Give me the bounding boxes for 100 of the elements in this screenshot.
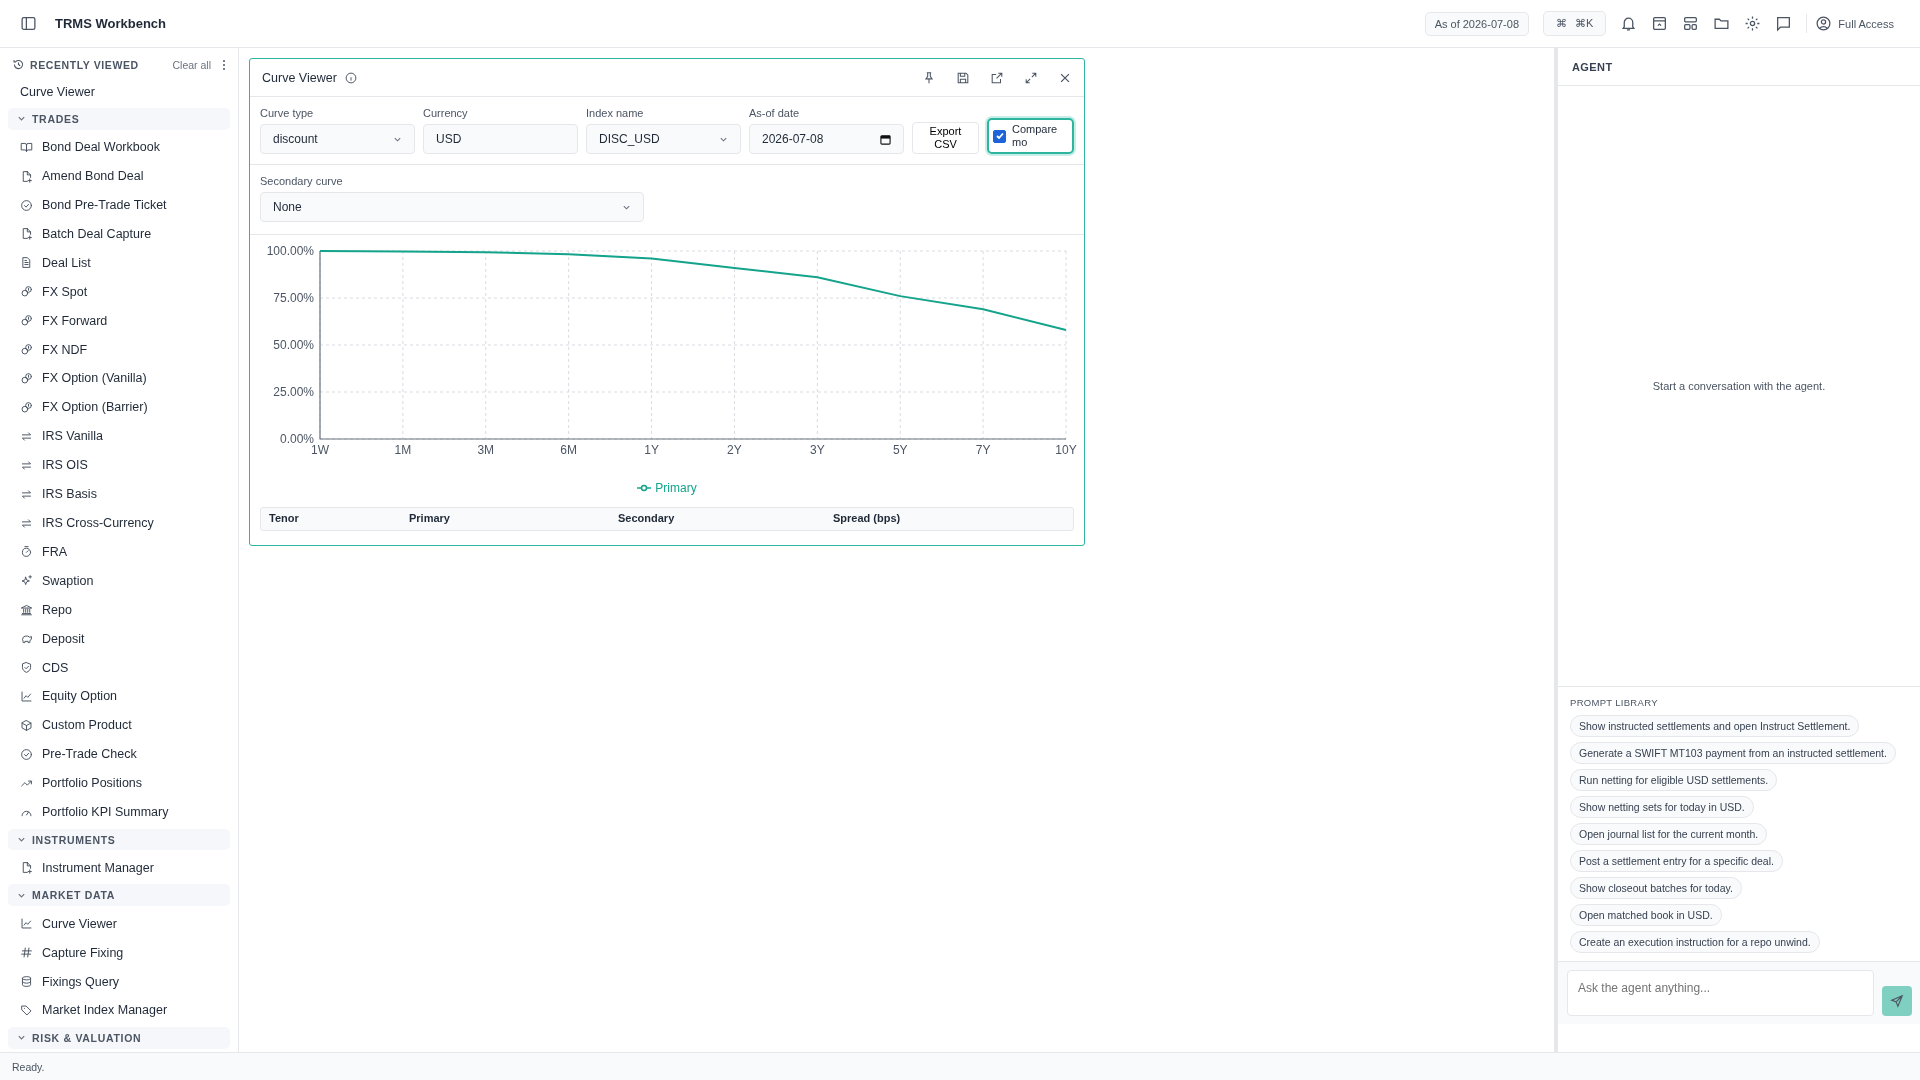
arrows-icon — [20, 487, 33, 501]
nav-item[interactable]: FX Forward — [8, 306, 230, 336]
field-label: Secondary curve — [260, 175, 344, 187]
nav-item[interactable]: Swaption — [8, 566, 230, 596]
nav-item[interactable]: Capture Fixing — [8, 938, 230, 968]
y-tick-label: 100.00% — [266, 244, 314, 258]
nav-item[interactable]: Bond Deal Workbook — [8, 132, 230, 162]
field-label: Index name — [586, 107, 645, 119]
nav-item[interactable]: Curve Viewer — [8, 909, 230, 939]
select-field[interactable]: None — [260, 192, 644, 222]
prompt-chip[interactable]: Show netting sets for today in USD. — [1570, 796, 1754, 818]
piggy-icon — [20, 632, 33, 646]
nav-item[interactable]: FX NDF — [8, 335, 230, 365]
x-tick-label: 1W — [311, 443, 329, 457]
nav-item[interactable]: IRS Basis — [8, 479, 230, 509]
nav-item[interactable]: Amend Bond Deal — [8, 161, 230, 191]
nav-item[interactable]: FRA — [8, 537, 230, 567]
sidebar-toggle-icon[interactable] — [20, 15, 37, 32]
coins-icon — [20, 372, 33, 385]
select-field[interactable]: discount — [260, 124, 415, 154]
empty-state-message: Start a conversation with the agent. — [1652, 380, 1826, 392]
select-field[interactable]: DISC_USD — [586, 124, 741, 154]
nav-item[interactable]: Equity Option — [8, 682, 230, 711]
expand-icon[interactable] — [1024, 70, 1038, 85]
file-plus-icon — [20, 861, 33, 875]
section-header[interactable]: RISK & VALUATION — [8, 1026, 230, 1049]
nav-item[interactable]: FX Option (Barrier) — [8, 392, 230, 422]
chevron-icon — [17, 835, 26, 844]
input-field[interactable]: USD — [423, 124, 578, 154]
nav-item[interactable]: Custom Product — [8, 710, 230, 740]
bank-icon — [20, 603, 33, 617]
external-link-icon[interactable] — [990, 70, 1004, 85]
bell-icon[interactable] — [1620, 15, 1638, 32]
more-icon[interactable] — [222, 58, 226, 71]
nav-item[interactable]: IRS Cross-Currency — [8, 508, 230, 538]
section-header[interactable]: INSTRUMENTS — [8, 828, 230, 851]
field-label: Curve type — [260, 107, 315, 119]
settings-icon[interactable] — [1744, 15, 1762, 32]
chart-icon — [20, 689, 33, 703]
file-plus-icon — [20, 227, 33, 241]
nav-item[interactable]: Bond Pre-Trade Ticket — [8, 190, 230, 220]
check-badge-icon — [20, 747, 33, 761]
nav-item[interactable]: Repo — [8, 595, 230, 625]
book-icon — [20, 140, 33, 154]
nav-item[interactable]: Market Index Manager — [8, 996, 230, 1025]
x-tick-label: 1M — [394, 443, 412, 457]
chevron-icon — [17, 1033, 26, 1043]
x-tick-label: 7Y — [975, 443, 991, 457]
nav-item[interactable]: Portfolio Positions — [8, 768, 230, 798]
prompt-chip[interactable]: Open journal list for the current month. — [1570, 823, 1768, 845]
column-header: Secondary — [618, 512, 676, 526]
nav-item[interactable]: Deposit — [8, 624, 230, 654]
nav-item[interactable]: IRS Vanilla — [8, 421, 230, 451]
coins-icon — [20, 314, 33, 328]
shield-icon — [20, 661, 33, 675]
nav-item[interactable]: FX Spot — [8, 277, 230, 307]
checkbox[interactable] — [993, 129, 1006, 143]
nav-item[interactable]: IRS OIS — [8, 450, 230, 480]
nav-item[interactable]: CDS — [8, 653, 230, 682]
nav-item[interactable]: Instrument Manager — [8, 853, 230, 883]
compare-mode-toggle[interactable]: Compare mo — [987, 118, 1074, 154]
access-level-button[interactable]: Full Access — [1806, 14, 1900, 33]
command-palette-button[interactable]: ⌘ ⌘K — [1543, 11, 1607, 36]
nav-item[interactable]: Deal List — [8, 248, 230, 278]
x-tick-label: 2Y — [727, 443, 742, 457]
column-header: Tenor — [269, 512, 300, 526]
prompt-chip[interactable]: Show instructed settlements and open Instruct Settlement. — [1570, 715, 1860, 737]
prompt-chip[interactable]: Run netting for eligible USD settlements. — [1570, 769, 1778, 791]
info-icon[interactable] — [344, 71, 357, 84]
prompt-chip[interactable]: Post a settlement entry for a specific deal. — [1570, 850, 1783, 872]
chat-icon[interactable] — [1775, 15, 1793, 32]
field-label: Currency — [423, 107, 469, 119]
message-input[interactable]: Ask the agent anything... — [1567, 970, 1874, 1016]
y-tick-label: 50.00% — [273, 338, 314, 352]
app-title: TRMS Workbench — [55, 16, 166, 31]
nav-item[interactable]: Batch Deal Capture — [8, 219, 230, 249]
section-heading: PROMPT LIBRARY — [1570, 697, 1658, 708]
section-header[interactable]: TRADES — [8, 107, 230, 130]
pin-icon[interactable] — [922, 70, 936, 85]
recent-item[interactable]: Curve Viewer — [8, 77, 230, 106]
save-icon[interactable] — [956, 70, 970, 85]
prompt-chip[interactable]: Show closeout batches for today. — [1570, 877, 1742, 899]
prompt-chip[interactable]: Generate a SWIFT MT103 payment from an instructed settlement. — [1570, 742, 1896, 764]
send-button[interactable] — [1882, 986, 1912, 1016]
nav-item[interactable]: Portfolio KPI Summary — [8, 797, 230, 827]
nav-item[interactable]: Fixings Query — [8, 967, 230, 997]
prompt-chip[interactable]: Create an execution instruction for a repo unwind. — [1570, 931, 1820, 953]
nav-item[interactable]: Pre-Trade Check — [8, 739, 230, 769]
window-icon[interactable] — [1651, 15, 1669, 32]
clear-all-link[interactable]: Clear all — [172, 58, 211, 71]
calendar-icon[interactable] — [880, 133, 891, 145]
date-field[interactable]: 2026-07-08 — [749, 124, 904, 154]
layout-icon[interactable] — [1682, 15, 1700, 32]
coins-icon — [20, 343, 33, 357]
export-csv-button[interactable]: Export CSV — [912, 122, 979, 154]
nav-item[interactable]: FX Option (Vanilla) — [8, 364, 230, 393]
x-tick-label: 10Y — [1055, 443, 1077, 457]
send-icon — [1890, 994, 1904, 1008]
section-header[interactable]: MARKET DATA — [8, 884, 230, 907]
prompt-chip[interactable]: Open matched book in USD. — [1570, 904, 1722, 926]
